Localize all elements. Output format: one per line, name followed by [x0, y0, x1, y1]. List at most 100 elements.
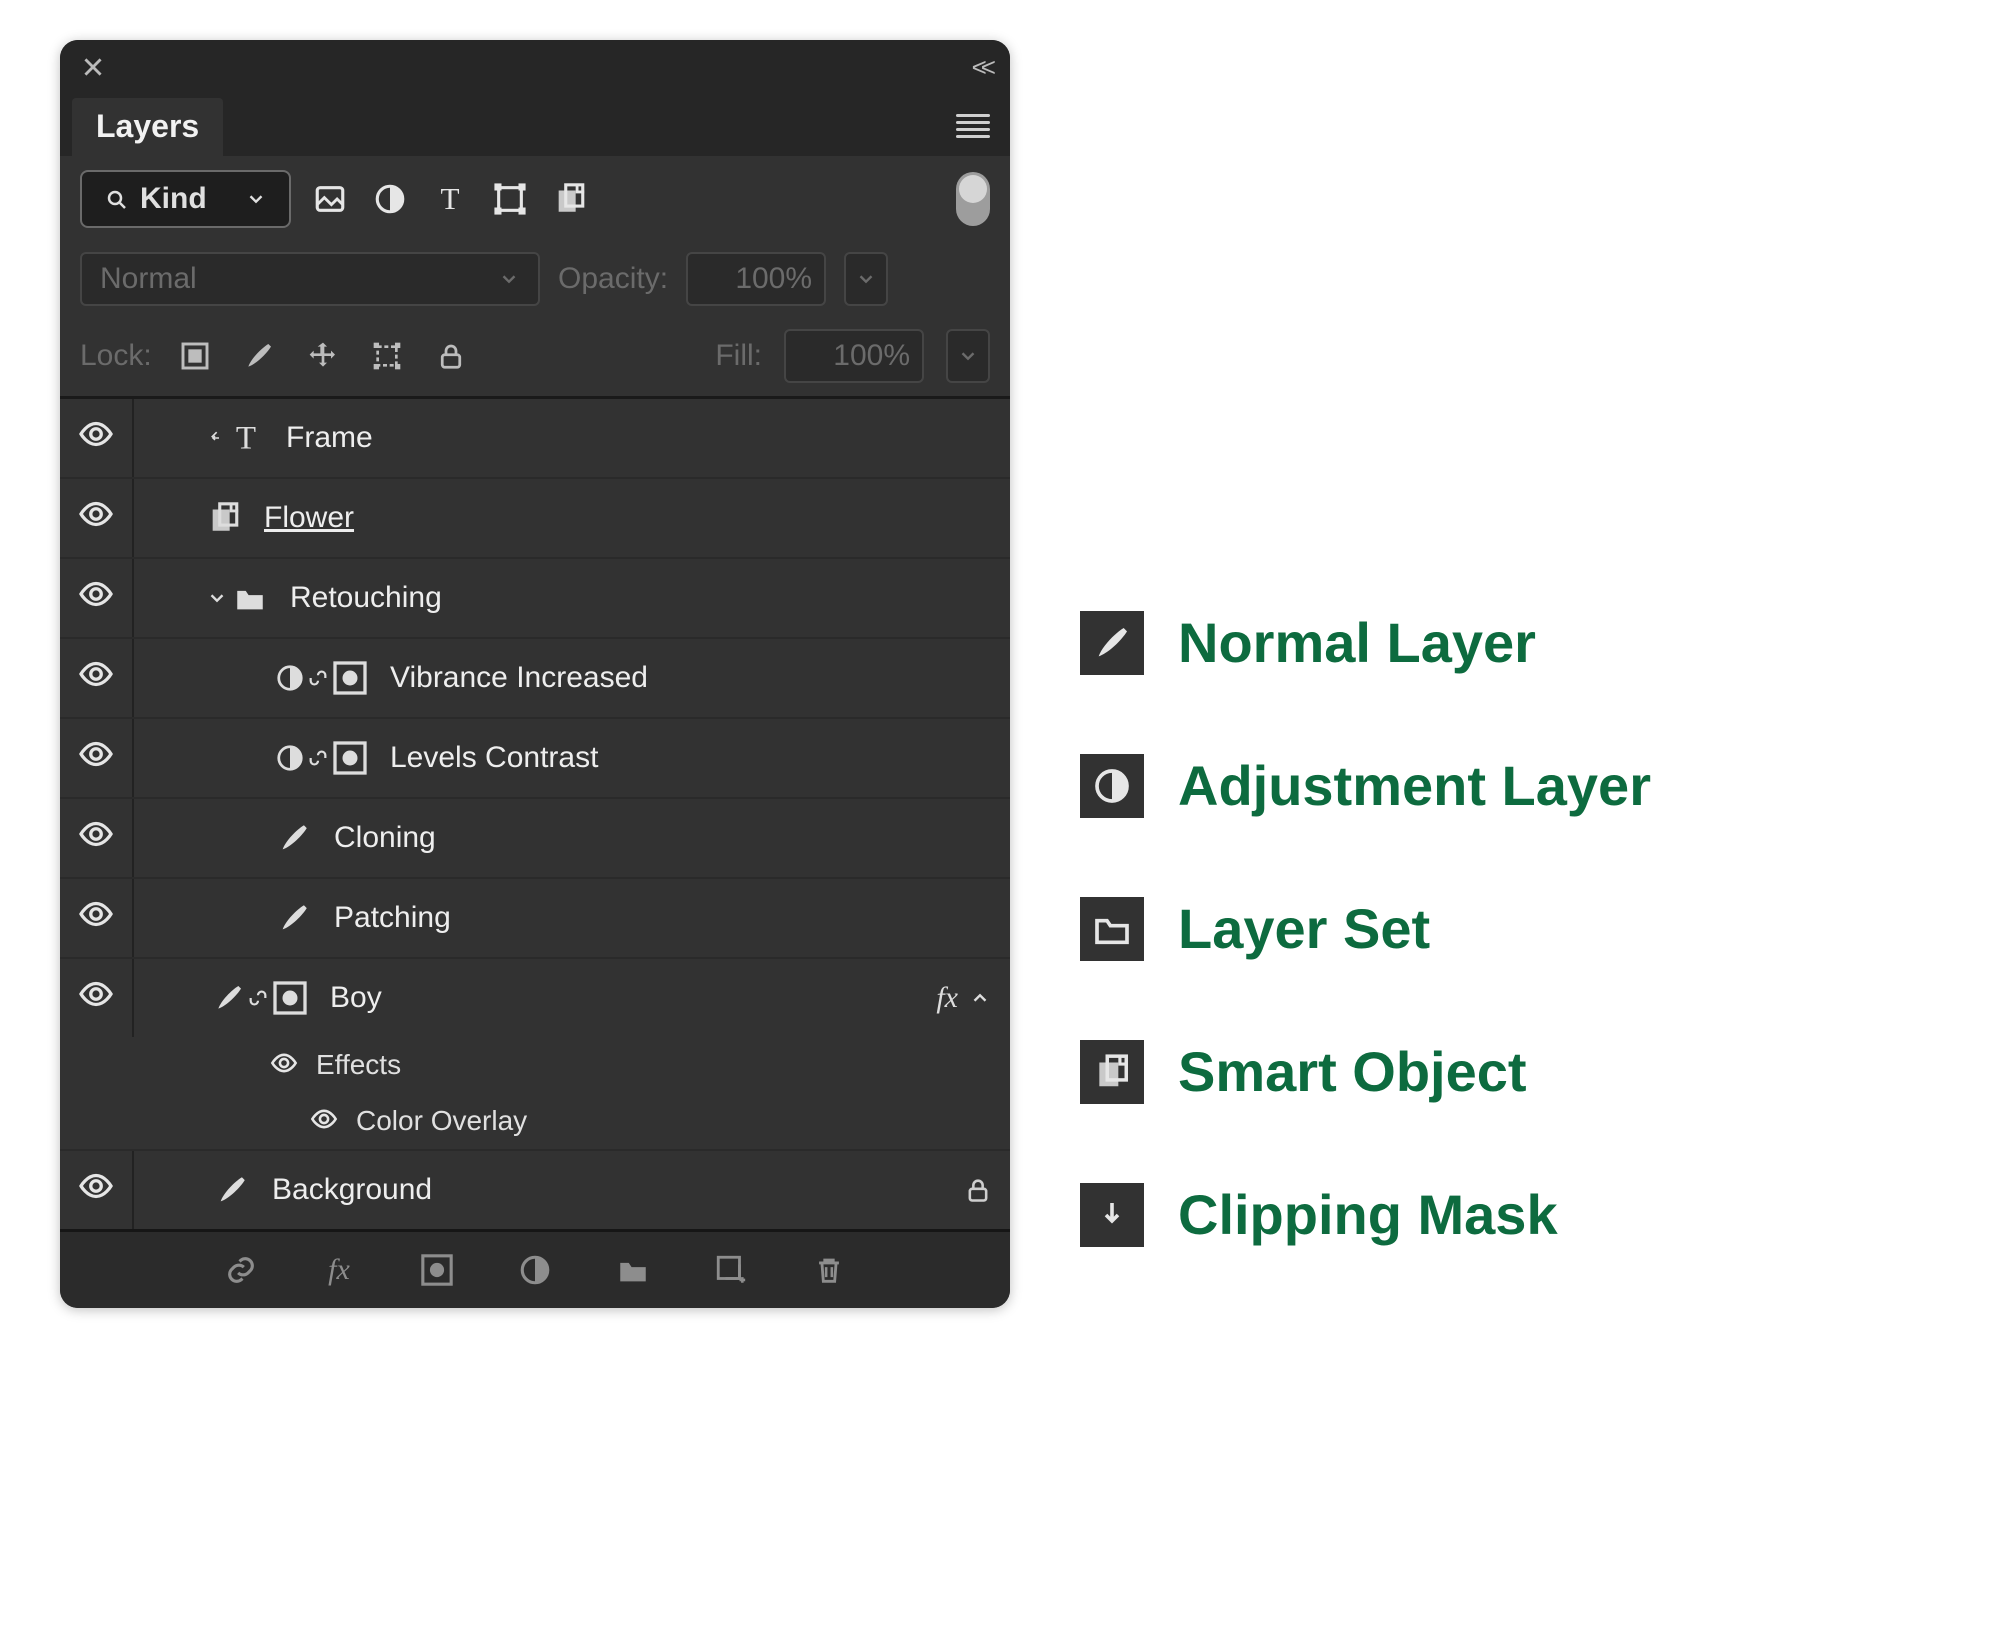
- filter-smartobject-icon[interactable]: [549, 178, 591, 220]
- lock-row: Lock: Fill: 100%: [80, 316, 990, 396]
- legend: Normal Layer Adjustment Layer Layer Set …: [1080, 40, 1651, 1247]
- lock-transparent-icon[interactable]: [174, 335, 216, 377]
- link-layers-icon[interactable]: [221, 1250, 261, 1290]
- filter-type-icon[interactable]: [429, 178, 471, 220]
- layer-row[interactable]: Flower: [60, 477, 1010, 557]
- blend-mode-value: Normal: [100, 264, 197, 294]
- layer-row[interactable]: Frame: [60, 399, 1010, 477]
- brush-icon: [274, 898, 314, 938]
- layer-row[interactable]: Patching: [60, 877, 1010, 957]
- lock-position-icon[interactable]: [302, 335, 344, 377]
- filter-kind-dropdown[interactable]: Kind: [80, 170, 291, 228]
- layer-row[interactable]: Cloning: [60, 797, 1010, 877]
- brush-icon: [212, 1170, 252, 1210]
- lock-label: Lock:: [80, 341, 152, 371]
- add-mask-icon[interactable]: [417, 1250, 457, 1290]
- layer-name: Frame: [286, 423, 373, 453]
- visibility-toggle[interactable]: [78, 1168, 122, 1212]
- opacity-label: Opacity:: [558, 264, 668, 294]
- fx-effects-row[interactable]: Effects: [60, 1037, 1010, 1093]
- lock-artboard-icon[interactable]: [366, 335, 408, 377]
- close-icon[interactable]: [80, 54, 106, 80]
- fx-disclosure-icon[interactable]: [968, 978, 992, 1018]
- effects-label: Effects: [316, 1051, 401, 1079]
- layer-row[interactable]: Levels Contrast: [60, 717, 1010, 797]
- brush-icon: [274, 818, 314, 858]
- fx-badge[interactable]: fx: [936, 983, 958, 1013]
- filter-adjustment-icon[interactable]: [369, 178, 411, 220]
- legend-label: Normal Layer: [1178, 610, 1536, 675]
- color-overlay-label: Color Overlay: [356, 1107, 527, 1135]
- lock-all-icon[interactable]: [430, 335, 472, 377]
- blend-mode-dropdown[interactable]: Normal: [80, 252, 540, 306]
- link-icon: [246, 978, 270, 1018]
- filter-kind-label: Kind: [140, 184, 207, 214]
- fx-icon[interactable]: fx: [319, 1250, 359, 1290]
- layer-name: Boy: [330, 983, 382, 1013]
- visibility-toggle[interactable]: [78, 736, 122, 780]
- new-adjustment-icon[interactable]: [515, 1250, 555, 1290]
- layermask-icon: [330, 738, 370, 778]
- filter-shape-icon[interactable]: [489, 178, 531, 220]
- legend-label: Adjustment Layer: [1178, 753, 1651, 818]
- layer-name: Vibrance Increased: [390, 663, 648, 693]
- collapse-panel-icon[interactable]: <<: [972, 54, 990, 80]
- layer-name: Retouching: [290, 583, 442, 613]
- visibility-toggle[interactable]: [78, 896, 122, 940]
- layer-name: Levels Contrast: [390, 743, 598, 773]
- visibility-toggle[interactable]: [78, 976, 122, 1020]
- locked-icon: [964, 1176, 992, 1204]
- layer-row[interactable]: Background: [60, 1149, 1010, 1229]
- visibility-toggle[interactable]: [78, 576, 122, 620]
- fill-label: Fill:: [715, 341, 762, 371]
- link-icon: [306, 738, 330, 778]
- layermask-icon: [330, 658, 370, 698]
- link-icon: [306, 658, 330, 698]
- smartobject-icon: [204, 498, 244, 538]
- opacity-input[interactable]: 100%: [686, 252, 826, 306]
- filter-pixel-icon[interactable]: [309, 178, 351, 220]
- fill-input[interactable]: 100%: [784, 329, 924, 383]
- smartobject-icon: [1080, 1040, 1144, 1104]
- visibility-toggle[interactable]: [270, 1049, 302, 1081]
- tab-layers[interactable]: Layers: [72, 98, 223, 156]
- adjustment-icon: [274, 658, 306, 698]
- layer-name: Cloning: [334, 823, 436, 853]
- clipmask-icon: [1080, 1183, 1144, 1247]
- layer-row[interactable]: Boy fx: [60, 957, 1010, 1037]
- brush-icon: [1080, 611, 1144, 675]
- layer-name: Patching: [334, 903, 451, 933]
- delete-layer-icon[interactable]: [809, 1250, 849, 1290]
- legend-label: Layer Set: [1178, 896, 1430, 961]
- visibility-toggle[interactable]: [78, 816, 122, 860]
- brush-icon: [212, 978, 246, 1018]
- legend-row: Smart Object: [1080, 1039, 1651, 1104]
- fill-slider-toggle[interactable]: [946, 329, 990, 383]
- group-disclosure-icon[interactable]: [204, 578, 230, 618]
- blend-row: Normal Opacity: 100%: [80, 242, 990, 316]
- visibility-toggle[interactable]: [78, 656, 122, 700]
- layer-row[interactable]: Retouching: [60, 557, 1010, 637]
- legend-row: Clipping Mask: [1080, 1182, 1651, 1247]
- visibility-toggle[interactable]: [78, 416, 122, 460]
- legend-row: Adjustment Layer: [1080, 753, 1651, 818]
- legend-label: Clipping Mask: [1178, 1182, 1558, 1247]
- opacity-slider-toggle[interactable]: [844, 252, 888, 306]
- lock-paint-icon[interactable]: [238, 335, 280, 377]
- folder-icon: [1080, 897, 1144, 961]
- visibility-toggle[interactable]: [310, 1105, 342, 1137]
- layermask-icon: [270, 978, 310, 1018]
- folder-icon: [230, 578, 270, 618]
- legend-label: Smart Object: [1178, 1039, 1527, 1104]
- legend-row: Layer Set: [1080, 896, 1651, 961]
- filter-toggle[interactable]: [956, 172, 990, 226]
- panel-menu-icon[interactable]: [956, 114, 990, 138]
- clipmask-icon: [204, 418, 226, 458]
- visibility-toggle[interactable]: [78, 496, 122, 540]
- fx-coloroverlay-row[interactable]: Color Overlay: [60, 1093, 1010, 1149]
- layer-name: Background: [272, 1175, 432, 1205]
- new-group-icon[interactable]: [613, 1250, 653, 1290]
- new-layer-icon[interactable]: [711, 1250, 751, 1290]
- adjustment-icon: [1080, 754, 1144, 818]
- layer-row[interactable]: Vibrance Increased: [60, 637, 1010, 717]
